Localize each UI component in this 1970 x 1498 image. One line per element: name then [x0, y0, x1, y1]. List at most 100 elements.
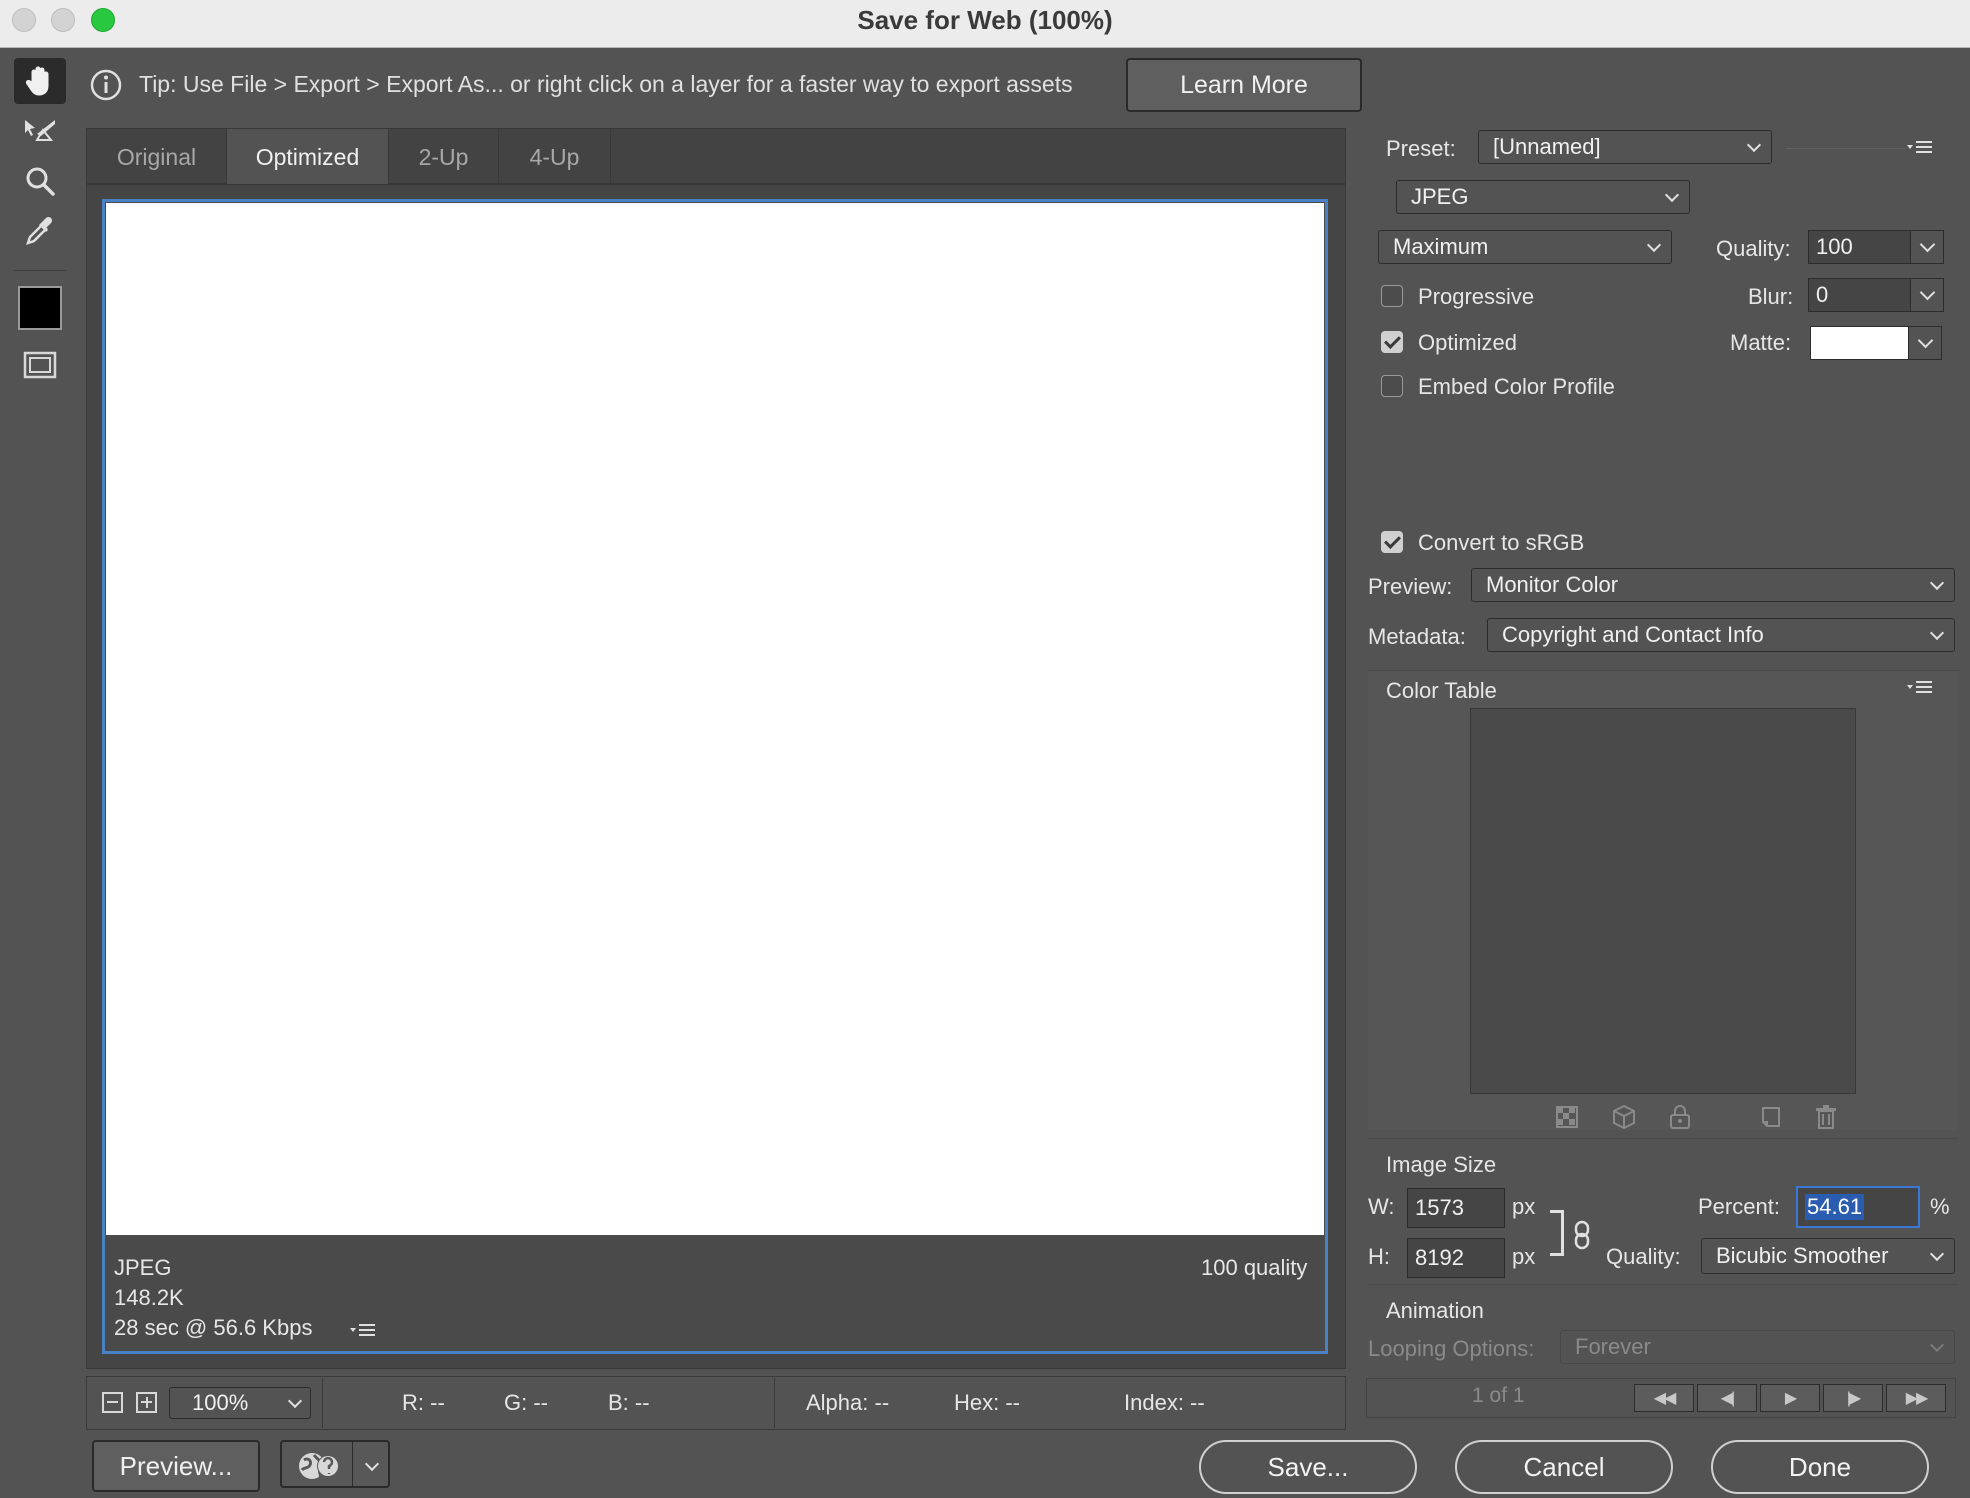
- resample-quality-select[interactable]: Bicubic Smoother: [1701, 1238, 1955, 1274]
- zoom-in-button[interactable]: [136, 1392, 157, 1413]
- optimize-menu-icon[interactable]: [1905, 138, 1935, 158]
- image-preview[interactable]: [106, 203, 1324, 1235]
- download-time: 28 sec @ 56.6 Kbps: [114, 1315, 313, 1340]
- matte-label: Matte:: [1730, 330, 1792, 355]
- slices-visibility-icon: [23, 351, 57, 379]
- preview-label: Preview:: [1368, 574, 1453, 599]
- slice-select-icon: [25, 120, 55, 141]
- color-table-title: Color Table: [1386, 678, 1497, 703]
- browser-globe-icon: [296, 1451, 344, 1488]
- view-tabs: Original Optimized 2-Up 4-Up: [86, 128, 1346, 185]
- progressive-checkbox[interactable]: [1381, 285, 1403, 307]
- compression-quality-select[interactable]: Maximum: [1378, 230, 1672, 264]
- optimized-checkbox[interactable]: [1381, 331, 1403, 353]
- blur-input[interactable]: 0: [1808, 278, 1912, 312]
- image-size-title: Image Size: [1386, 1152, 1497, 1177]
- eyedropper-tool-button[interactable]: [14, 208, 66, 254]
- zoom-level-value: 100%: [192, 1390, 249, 1415]
- metadata-label: Metadata:: [1368, 624, 1466, 649]
- done-button[interactable]: Done: [1711, 1440, 1929, 1494]
- learn-more-button[interactable]: Learn More: [1126, 58, 1362, 112]
- blue-value: B: --: [608, 1390, 650, 1415]
- lock-icon[interactable]: [1667, 1104, 1693, 1130]
- first-frame-button: ◀◀: [1634, 1384, 1694, 1412]
- section-divider: [1368, 1138, 1958, 1139]
- quality-input[interactable]: 100: [1808, 230, 1912, 264]
- tool-bar: [0, 48, 80, 1498]
- image-format-info: JPEG: [114, 1255, 172, 1280]
- embed-color-profile-label: Embed Color Profile: [1418, 374, 1615, 399]
- matte-color-swatch[interactable]: [1810, 326, 1910, 360]
- zoom-tool-button[interactable]: [14, 158, 66, 204]
- width-input[interactable]: 1573: [1407, 1188, 1505, 1228]
- height-unit: px: [1512, 1244, 1536, 1269]
- height-input[interactable]: 8192: [1407, 1238, 1505, 1278]
- tab-2-up[interactable]: 2-Up: [389, 129, 499, 185]
- compression-quality-value: Maximum: [1393, 234, 1489, 259]
- quality-label: Quality:: [1716, 236, 1791, 261]
- width-unit: px: [1512, 1194, 1536, 1219]
- metadata-value: Copyright and Contact Info: [1502, 622, 1764, 647]
- alpha-value: Alpha: --: [806, 1390, 890, 1415]
- download-rate-menu-icon[interactable]: [348, 1320, 378, 1340]
- previous-frame-button: ◀|: [1697, 1384, 1757, 1412]
- height-label: H:: [1368, 1244, 1390, 1269]
- cancel-button[interactable]: Cancel: [1455, 1440, 1673, 1494]
- window-title: Save for Web (100%): [857, 5, 1113, 35]
- convert-to-srgb-label: Convert to sRGB: [1418, 530, 1585, 555]
- optimized-label: Optimized: [1418, 330, 1518, 355]
- eyedropper-color-swatch[interactable]: [18, 286, 62, 330]
- preview-color-value: Monitor Color: [1486, 572, 1619, 597]
- matte-dropdown-button[interactable]: [1908, 326, 1942, 360]
- looping-options-label: Looping Options:: [1368, 1336, 1535, 1361]
- tab-original[interactable]: Original: [87, 129, 227, 185]
- index-value: Index: --: [1124, 1390, 1205, 1415]
- link-icon[interactable]: [1570, 1220, 1594, 1250]
- tab-optimized[interactable]: Optimized: [227, 129, 389, 185]
- save-button[interactable]: Save...: [1199, 1440, 1417, 1494]
- zoom-out-button[interactable]: [102, 1392, 123, 1413]
- preset-divider: [1786, 148, 1906, 149]
- hand-tool-button[interactable]: [14, 58, 66, 104]
- preset-label: Preset:: [1386, 136, 1456, 161]
- magnifier-icon: [26, 167, 55, 196]
- trash-icon[interactable]: [1813, 1104, 1839, 1130]
- status-separator: [322, 1378, 323, 1428]
- play-button: ▶: [1760, 1384, 1820, 1412]
- slice-select-tool-button[interactable]: [14, 108, 66, 154]
- toggle-slices-visibility-button[interactable]: [14, 342, 66, 388]
- constrain-proportions-bracket: [1550, 1210, 1564, 1256]
- last-frame-button: ▶▶: [1886, 1384, 1946, 1412]
- preview-button[interactable]: Preview...: [92, 1440, 260, 1492]
- save-for-web-window: Save for Web (100%) Tip: Use File > Expo…: [0, 0, 1970, 1498]
- file-format-select[interactable]: JPEG: [1396, 180, 1690, 214]
- tab-4-up[interactable]: 4-Up: [499, 129, 611, 185]
- convert-to-srgb-checkbox[interactable]: [1381, 531, 1403, 553]
- image-file-size: 148.2K: [114, 1285, 184, 1310]
- preset-select[interactable]: [Unnamed]: [1478, 130, 1772, 164]
- green-value: G: --: [504, 1390, 548, 1415]
- hand-icon: [25, 66, 49, 96]
- percent-label: Percent:: [1698, 1194, 1780, 1219]
- tip-text: Tip: Use File > Export > Export As... or…: [139, 71, 1073, 97]
- browser-preview-button[interactable]: [280, 1440, 390, 1488]
- percent-input[interactable]: 54.61: [1796, 1186, 1920, 1228]
- preview-color-select[interactable]: Monitor Color: [1471, 568, 1955, 602]
- color-table-menu-icon[interactable]: [1905, 678, 1935, 698]
- web-snap-cube-icon[interactable]: [1611, 1104, 1637, 1130]
- blur-dropdown-button[interactable]: [1910, 278, 1944, 312]
- zoom-level-select[interactable]: 100%: [169, 1387, 311, 1419]
- frame-counter: 1 of 1: [1472, 1384, 1525, 1407]
- color-table-swatches[interactable]: [1470, 708, 1856, 1094]
- eyedropper-icon: [26, 216, 53, 245]
- quality-dropdown-button[interactable]: [1910, 230, 1944, 264]
- blur-label: Blur:: [1748, 284, 1794, 309]
- embed-color-profile-checkbox[interactable]: [1381, 375, 1403, 397]
- red-value: R: --: [402, 1390, 445, 1415]
- transparency-icon[interactable]: [1554, 1104, 1580, 1130]
- new-color-icon[interactable]: [1757, 1104, 1783, 1130]
- button-divider: [352, 1442, 353, 1486]
- animation-title: Animation: [1386, 1298, 1484, 1323]
- hex-value: Hex: --: [954, 1390, 1020, 1415]
- metadata-select[interactable]: Copyright and Contact Info: [1487, 618, 1955, 652]
